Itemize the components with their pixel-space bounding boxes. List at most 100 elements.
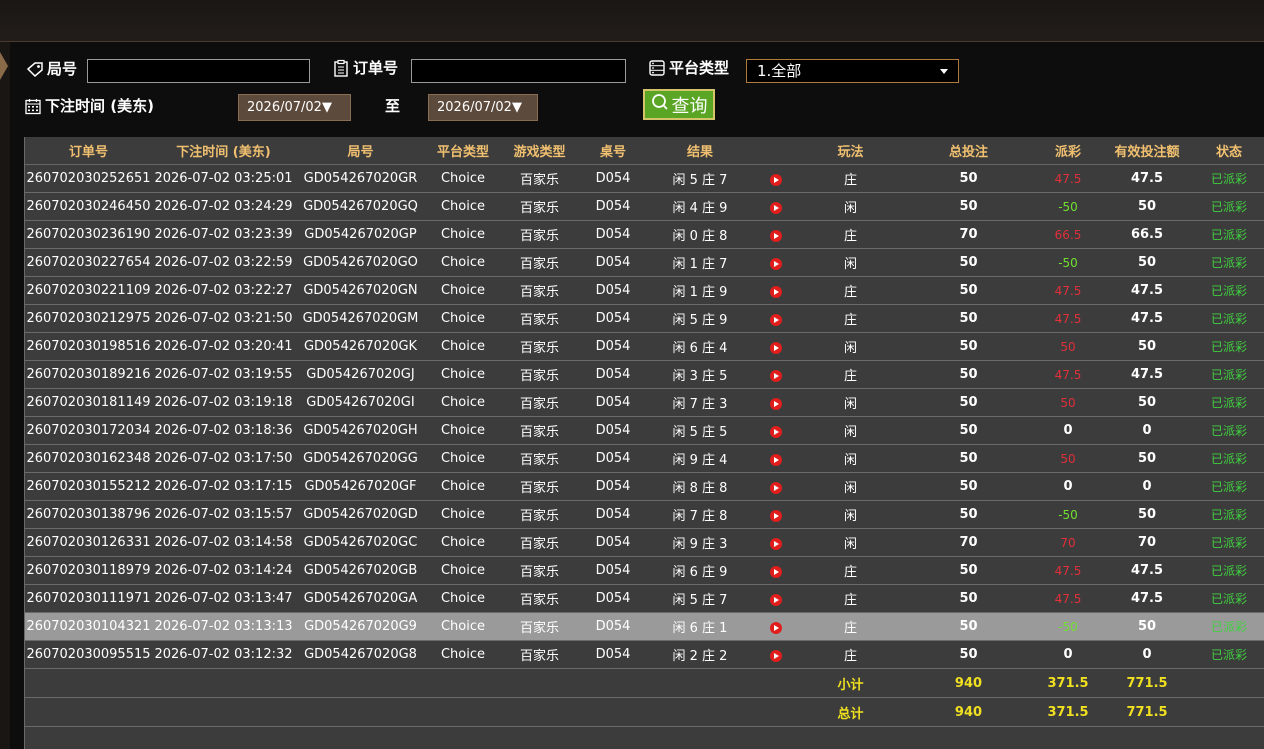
cell-order-no: 260702030095515 <box>25 640 152 669</box>
summary-empty-cell <box>753 668 799 698</box>
date-from-picker[interactable]: 2026/07/02▼ <box>238 94 351 121</box>
play-icon[interactable] <box>770 425 782 438</box>
table-row[interactable]: 260702030162348 2026-07-02 03:17:50 GD0542… <box>25 444 1264 473</box>
cell-payout: 50 <box>1035 444 1101 473</box>
cell-payout: 50 <box>1035 388 1101 417</box>
cell-total-bet: 50 <box>902 416 1035 445</box>
cell-bet-type: 闲 <box>799 472 902 501</box>
cell-replay <box>753 528 799 557</box>
cell-order-no: 260702030181149 <box>25 388 152 417</box>
cell-platform: Choice <box>426 220 500 249</box>
cell-order-no: 260702030126331 <box>25 528 152 557</box>
cell-result: 闲 7 庄 8 <box>647 500 753 529</box>
cell-total-bet: 50 <box>902 444 1035 473</box>
order-input[interactable] <box>411 59 626 83</box>
cell-platform: Choice <box>426 612 500 641</box>
cell-table-no: D054 <box>579 500 647 529</box>
cell-result: 闲 5 庄 5 <box>647 416 753 445</box>
table-row[interactable]: 260702030246450 2026-07-02 03:24:29 GD0542… <box>25 192 1264 221</box>
table-row[interactable]: 260702030189216 2026-07-02 03:19:55 GD0542… <box>25 360 1264 389</box>
play-icon[interactable] <box>770 201 782 214</box>
table-row[interactable]: 260702030138796 2026-07-02 03:15:57 GD0542… <box>25 500 1264 529</box>
table-row[interactable]: 260702030236190 2026-07-02 03:23:39 GD0542… <box>25 220 1264 249</box>
summary-empty-cell <box>426 668 500 698</box>
cell-result: 闲 5 庄 7 <box>647 584 753 613</box>
play-icon[interactable] <box>770 397 782 410</box>
query-button[interactable]: 查询 <box>643 89 715 120</box>
play-icon[interactable] <box>770 453 782 466</box>
cell-bet-time: 2026-07-02 03:13:13 <box>152 612 295 641</box>
cell-bet-time: 2026-07-02 03:14:24 <box>152 556 295 585</box>
table-row[interactable]: 260702030095515 2026-07-02 03:12:32 GD0542… <box>25 640 1264 669</box>
table-row[interactable]: 260702030252651 2026-07-02 03:25:01 GD0542… <box>25 164 1264 193</box>
cell-total-bet: 50 <box>902 500 1035 529</box>
total-payout: 371.5 <box>1035 697 1101 727</box>
round-input[interactable] <box>87 59 310 83</box>
cell-bet-time: 2026-07-02 03:18:36 <box>152 416 295 445</box>
play-icon[interactable] <box>770 509 782 522</box>
cell-valid-bet: 47.5 <box>1101 360 1193 389</box>
cell-status: 已派彩 <box>1193 584 1264 613</box>
play-icon[interactable] <box>770 481 782 494</box>
cell-game-type: 百家乐 <box>500 388 579 417</box>
table-header-row: 订单号 下注时间 (美东) 局号 平台类型 游戏类型 桌号 结果 玩法 总投注 派彩 有效投注额 状态 <box>25 137 1264 165</box>
sidebar-toggle-arrow[interactable] <box>0 52 8 80</box>
summary-empty-cell <box>1193 668 1264 698</box>
table-row[interactable]: 260702030155212 2026-07-02 03:17:15 GD0542… <box>25 472 1264 501</box>
play-icon[interactable] <box>770 173 782 186</box>
cell-total-bet: 70 <box>902 220 1035 249</box>
play-icon[interactable] <box>770 313 782 326</box>
table-row[interactable]: 260702030198516 2026-07-02 03:20:41 GD0542… <box>25 332 1264 361</box>
cell-total-bet: 50 <box>902 276 1035 305</box>
table-row[interactable]: 260702030118979 2026-07-02 03:14:24 GD0542… <box>25 556 1264 585</box>
server-icon <box>648 59 666 77</box>
play-icon[interactable] <box>770 369 782 382</box>
cell-replay <box>753 192 799 221</box>
play-icon[interactable] <box>770 621 782 634</box>
table-row[interactable]: 260702030227654 2026-07-02 03:22:59 GD0542… <box>25 248 1264 277</box>
cell-replay <box>753 248 799 277</box>
column-header-round-no: 局号 <box>295 137 426 165</box>
cell-payout: 66.5 <box>1035 220 1101 249</box>
platform-select[interactable]: 1.全部 <box>746 59 959 83</box>
summary-empty-cell <box>647 697 753 727</box>
cell-order-no: 260702030189216 <box>25 360 152 389</box>
play-icon[interactable] <box>770 285 782 298</box>
table-row[interactable]: 260702030221109 2026-07-02 03:22:27 GD0542… <box>25 276 1264 305</box>
cell-table-no: D054 <box>579 584 647 613</box>
cell-total-bet: 50 <box>902 612 1035 641</box>
calendar-icon <box>24 97 42 115</box>
cell-bet-type: 庄 <box>799 220 902 249</box>
play-icon[interactable] <box>770 537 782 550</box>
time-label-text: 下注时间 (美东) <box>45 97 154 115</box>
table-row[interactable]: 260702030126331 2026-07-02 03:14:58 GD0542… <box>25 528 1264 557</box>
cell-order-no: 260702030138796 <box>25 500 152 529</box>
cell-order-no: 260702030104321 <box>25 612 152 641</box>
cell-total-bet: 50 <box>902 164 1035 193</box>
play-icon[interactable] <box>770 229 782 242</box>
table-row[interactable]: 260702030111971 2026-07-02 03:13:47 GD0542… <box>25 584 1264 613</box>
cell-round-no: GD054267020G8 <box>295 640 426 669</box>
cell-table-no: D054 <box>579 388 647 417</box>
date-to-picker[interactable]: 2026/07/02▼ <box>428 94 538 121</box>
play-icon[interactable] <box>770 257 782 270</box>
table-row[interactable]: 260702030212975 2026-07-02 03:21:50 GD0542… <box>25 304 1264 333</box>
cell-payout: 50 <box>1035 332 1101 361</box>
cell-table-no: D054 <box>579 444 647 473</box>
cell-total-bet: 50 <box>902 332 1035 361</box>
play-icon[interactable] <box>770 341 782 354</box>
cell-order-no: 260702030198516 <box>25 332 152 361</box>
play-icon[interactable] <box>770 565 782 578</box>
to-label: 至 <box>385 97 401 115</box>
cell-valid-bet: 50 <box>1101 444 1193 473</box>
cell-game-type: 百家乐 <box>500 192 579 221</box>
cell-platform: Choice <box>426 276 500 305</box>
date-to-caret-icon: ▼ <box>511 100 522 115</box>
table-row[interactable]: 260702030104321 2026-07-02 03:13:13 GD0542… <box>25 612 1264 641</box>
table-row[interactable]: 260702030172034 2026-07-02 03:18:36 GD0542… <box>25 416 1264 445</box>
play-icon[interactable] <box>770 649 782 662</box>
play-icon[interactable] <box>770 593 782 606</box>
cell-platform: Choice <box>426 472 500 501</box>
cell-order-no: 260702030252651 <box>25 164 152 193</box>
table-row[interactable]: 260702030181149 2026-07-02 03:19:18 GD0542… <box>25 388 1264 417</box>
